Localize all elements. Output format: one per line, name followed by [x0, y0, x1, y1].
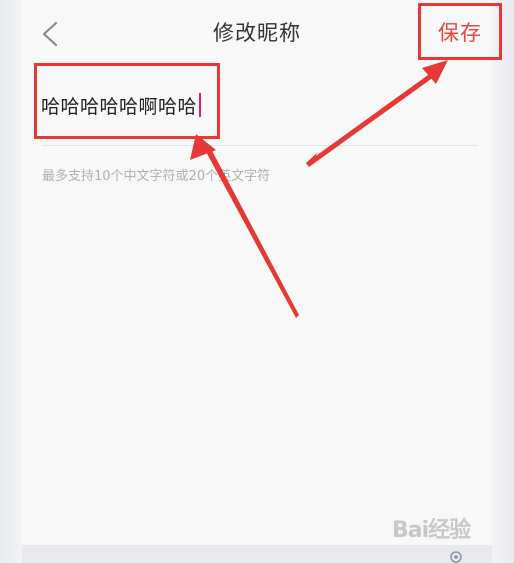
edit-nickname-page: 修改昵称 保存 哈哈哈哈哈啊哈哈 最多支持10个中文字符或20个英文字符	[22, 0, 502, 545]
left-bezel	[0, 0, 22, 563]
gear-icon	[450, 551, 462, 563]
right-bezel	[492, 0, 514, 563]
baidu-watermark: Bai经验	[392, 518, 471, 543]
navigation-bar: 修改昵称 保存	[22, 0, 502, 62]
screen: 修改昵称 保存 哈哈哈哈哈啊哈哈 最多支持10个中文字符或20个英文字符 Bai…	[0, 0, 514, 563]
nickname-value: 哈哈哈哈哈啊哈哈	[41, 95, 198, 118]
length-hint: 最多支持10个中文字符或20个英文字符	[42, 169, 271, 184]
nickname-input[interactable]: 哈哈哈哈哈啊哈哈	[41, 90, 202, 120]
save-button[interactable]: 保存	[418, 3, 502, 60]
bottom-strip	[22, 545, 492, 563]
text-caret	[199, 93, 202, 117]
input-divider	[42, 145, 478, 146]
